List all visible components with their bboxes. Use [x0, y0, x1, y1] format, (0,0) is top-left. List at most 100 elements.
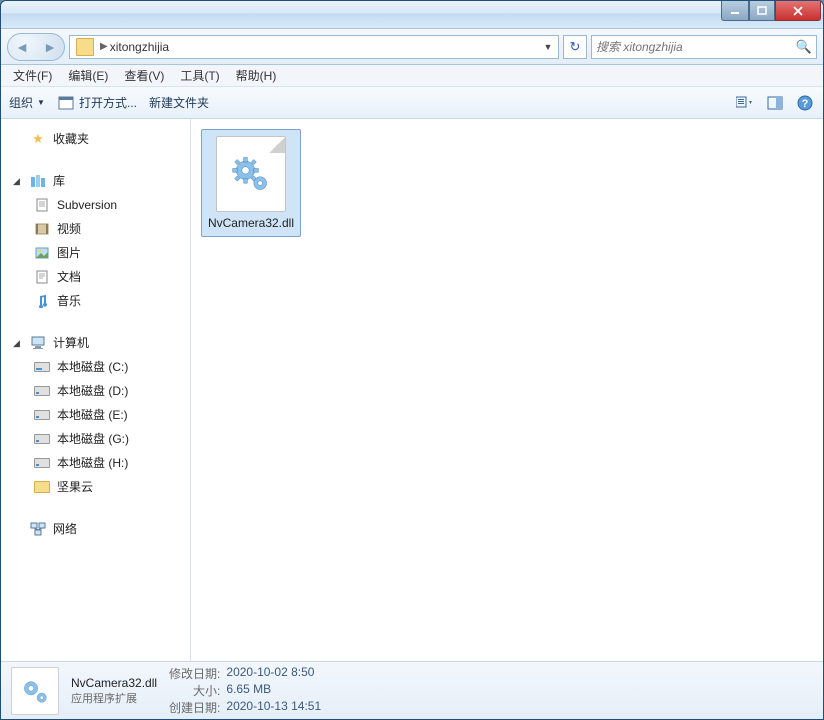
favorites-header[interactable]: ★ 收藏夹: [5, 127, 186, 151]
pictures-label: 图片: [57, 243, 81, 263]
video-label: 视频: [57, 219, 81, 239]
navigation-pane: ★ 收藏夹 ◢ 库: [1, 119, 191, 661]
dll-file-icon: [216, 136, 286, 212]
organize-label: 组织: [9, 94, 33, 111]
document-icon: [33, 197, 51, 213]
created-label: 创建日期:: [169, 699, 220, 716]
sidebar-item-pictures[interactable]: 图片: [5, 241, 186, 265]
breadcrumb-separator-icon: ▶: [100, 41, 108, 52]
libraries-group: ◢ 库 Subversion: [5, 169, 186, 313]
minimize-button[interactable]: [721, 1, 749, 21]
file-item-selected[interactable]: NvCamera32.dll: [201, 129, 301, 237]
sidebar-item-drive-c[interactable]: 本地磁盘 (C:): [5, 355, 186, 379]
drive-icon: [33, 359, 51, 375]
navigation-bar: ◄ ► ▶ xitongzhijia ▼ ↻ 🔍: [1, 29, 823, 65]
back-button[interactable]: ◄: [15, 39, 29, 55]
title-bar: [1, 1, 823, 29]
modified-value: 2020-10-02 8:50: [226, 665, 321, 682]
computer-label: 计算机: [53, 333, 89, 353]
window-controls: [721, 1, 821, 21]
details-name: NvCamera32.dll: [71, 676, 157, 690]
drive-c-label: 本地磁盘 (C:): [57, 357, 128, 377]
expand-icon: ◢: [13, 171, 23, 191]
forward-button[interactable]: ►: [43, 39, 57, 55]
close-button[interactable]: [775, 1, 821, 21]
address-path: xitongzhijia: [110, 40, 540, 54]
svg-text:?: ?: [802, 98, 809, 110]
network-header[interactable]: 网络: [5, 517, 186, 541]
expand-icon: ◢: [13, 333, 23, 353]
star-icon: ★: [29, 131, 47, 147]
drive-icon: [33, 455, 51, 471]
music-label: 音乐: [57, 291, 81, 311]
drive-d-label: 本地磁盘 (D:): [57, 381, 128, 401]
drive-icon: [33, 431, 51, 447]
libraries-label: 库: [53, 171, 65, 191]
details-title: NvCamera32.dll 应用程序扩展: [71, 676, 157, 706]
address-dropdown-icon[interactable]: ▼: [540, 42, 556, 52]
open-with-label: 打开方式...: [79, 94, 137, 111]
body: ★ 收藏夹 ◢ 库: [1, 119, 823, 661]
favorites-label: 收藏夹: [53, 129, 89, 149]
file-name: NvCamera32.dll: [206, 216, 296, 230]
sidebar-item-music[interactable]: 音乐: [5, 289, 186, 313]
details-pane: NvCamera32.dll 应用程序扩展 修改日期: 2020-10-02 8…: [1, 661, 823, 719]
libraries-header[interactable]: ◢ 库: [5, 169, 186, 193]
help-button[interactable]: ?: [795, 94, 815, 112]
network-icon: [29, 521, 47, 537]
menu-bar: 文件(F) 编辑(E) 查看(V) 工具(T) 帮助(H): [1, 65, 823, 87]
computer-header[interactable]: ◢ 计算机: [5, 331, 186, 355]
library-icon: [29, 173, 47, 189]
details-meta: 修改日期: 2020-10-02 8:50 大小: 6.65 MB 创建日期: …: [169, 665, 321, 716]
details-file-icon: [11, 667, 59, 715]
command-bar: 组织 ▼ 打开方式... 新建文件夹 ?: [1, 87, 823, 119]
picture-icon: [33, 245, 51, 261]
search-icon[interactable]: 🔍: [796, 39, 812, 55]
file-list[interactable]: NvCamera32.dll: [191, 119, 823, 661]
menu-file[interactable]: 文件(F): [7, 65, 58, 86]
new-folder-button[interactable]: 新建文件夹: [149, 94, 209, 111]
refresh-button[interactable]: ↻: [563, 35, 587, 59]
documents-label: 文档: [57, 267, 81, 287]
menu-help[interactable]: 帮助(H): [230, 65, 283, 86]
sidebar-item-video[interactable]: 视频: [5, 217, 186, 241]
search-box[interactable]: 🔍: [591, 35, 817, 59]
drive-e-label: 本地磁盘 (E:): [57, 405, 128, 425]
new-folder-label: 新建文件夹: [149, 94, 209, 111]
address-bar[interactable]: ▶ xitongzhijia ▼: [69, 35, 559, 59]
drive-h-label: 本地磁盘 (H:): [57, 453, 128, 473]
subversion-label: Subversion: [57, 195, 117, 215]
menu-view[interactable]: 查看(V): [118, 65, 170, 86]
menu-tools[interactable]: 工具(T): [174, 65, 225, 86]
network-label: 网络: [53, 519, 77, 539]
network-group: 网络: [5, 517, 186, 541]
refresh-icon: ↻: [570, 39, 581, 55]
folder-icon: [33, 479, 51, 495]
sidebar-item-jianguo[interactable]: 坚果云: [5, 475, 186, 499]
explorer-window: ◄ ► ▶ xitongzhijia ▼ ↻ 🔍 文件(F) 编辑(E) 查看(…: [0, 0, 824, 720]
drive-icon: [33, 383, 51, 399]
sidebar-item-documents[interactable]: 文档: [5, 265, 186, 289]
modified-label: 修改日期:: [169, 665, 220, 682]
details-type: 应用程序扩展: [71, 690, 157, 706]
sidebar-item-drive-h[interactable]: 本地磁盘 (H:): [5, 451, 186, 475]
organize-button[interactable]: 组织 ▼: [9, 94, 45, 111]
sidebar-item-drive-e[interactable]: 本地磁盘 (E:): [5, 403, 186, 427]
view-options-button[interactable]: [735, 94, 755, 112]
sidebar-item-subversion[interactable]: Subversion: [5, 193, 186, 217]
computer-group: ◢ 计算机 本地磁盘 (C:) 本地磁盘 (D:): [5, 331, 186, 499]
sidebar-item-drive-g[interactable]: 本地磁盘 (G:): [5, 427, 186, 451]
drive-g-label: 本地磁盘 (G:): [57, 429, 129, 449]
open-with-icon: [57, 95, 75, 111]
search-input[interactable]: [596, 40, 796, 54]
menu-edit[interactable]: 编辑(E): [62, 65, 114, 86]
size-label: 大小:: [169, 682, 220, 699]
maximize-button[interactable]: [749, 1, 775, 21]
favorites-group: ★ 收藏夹: [5, 127, 186, 151]
nav-back-forward: ◄ ►: [7, 33, 65, 61]
document-icon: [33, 269, 51, 285]
preview-pane-button[interactable]: [765, 94, 785, 112]
toolbar-right: ?: [735, 94, 815, 112]
sidebar-item-drive-d[interactable]: 本地磁盘 (D:): [5, 379, 186, 403]
open-with-button[interactable]: 打开方式...: [57, 94, 137, 111]
